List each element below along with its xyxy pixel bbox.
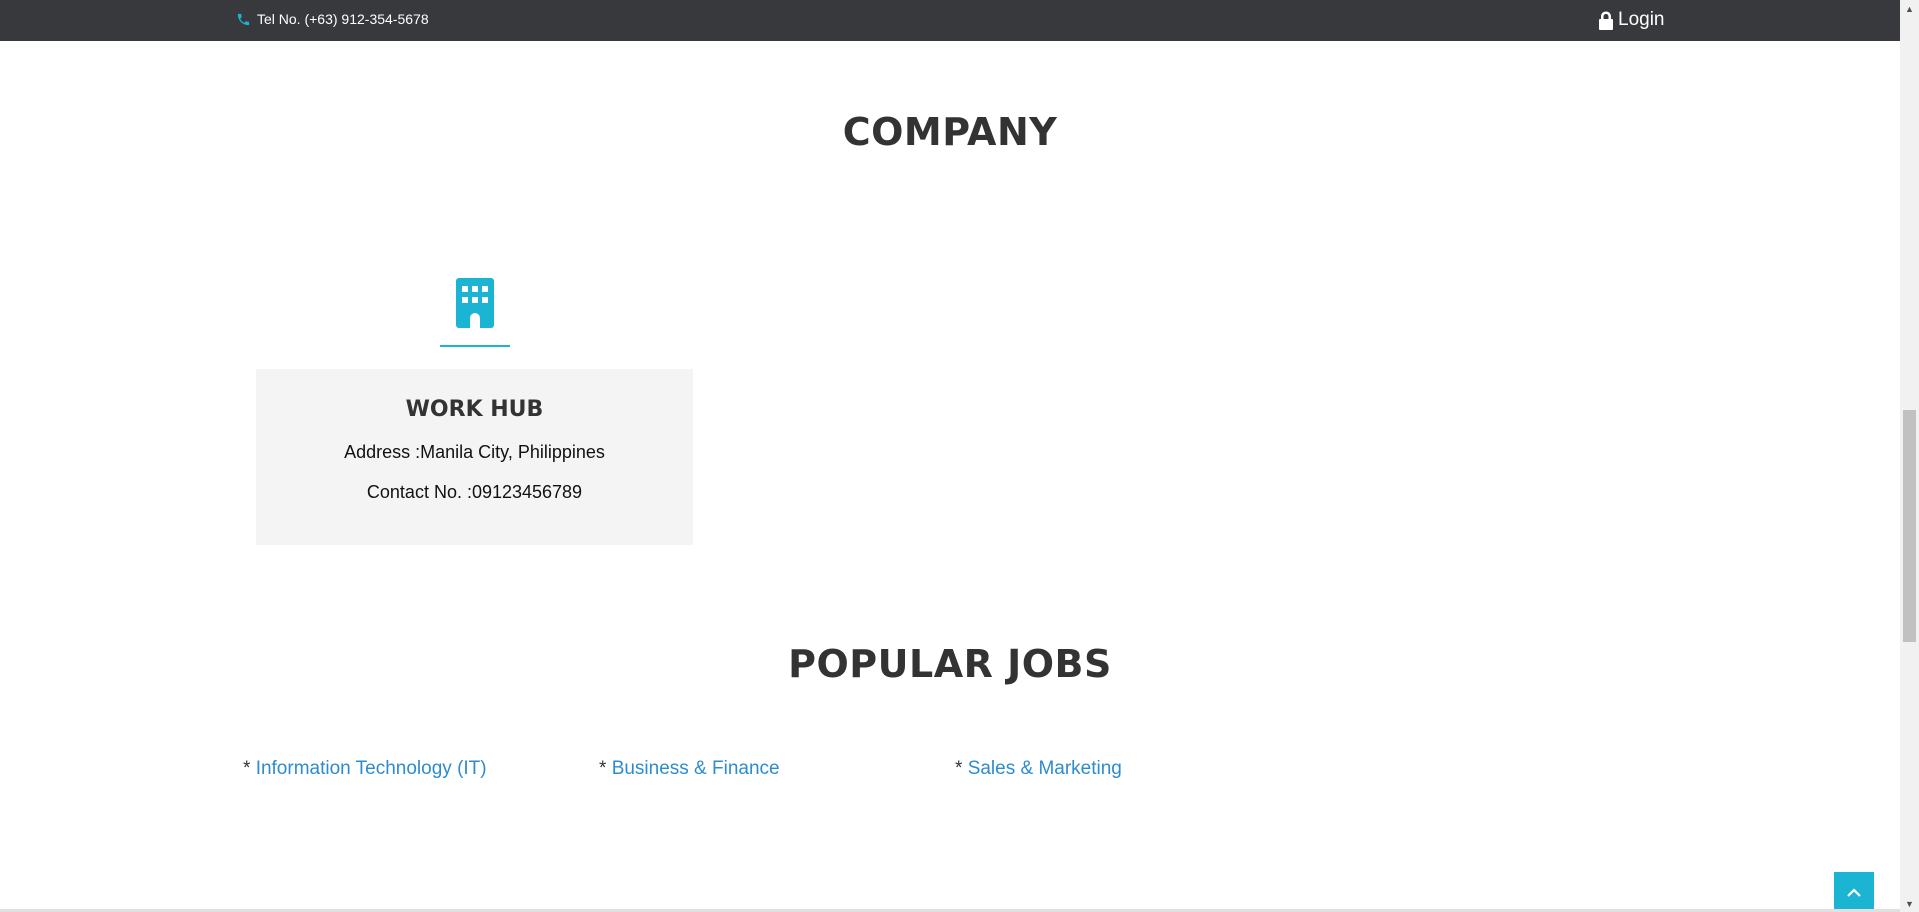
job-link-it[interactable]: Information Technology (IT): [256, 758, 487, 779]
company-section-title: COMPANY: [842, 110, 1058, 154]
job-bullet: *: [243, 758, 256, 779]
back-to-top-button[interactable]: [1834, 872, 1874, 912]
job-link-business-finance[interactable]: Business & Finance: [612, 758, 780, 779]
telephone-text: Tel No. (+63) 912-354-5678: [257, 11, 429, 27]
company-card: WORK HUB Address :Manila City, Philippin…: [256, 369, 693, 545]
phone-icon: [237, 13, 250, 25]
building-icon: [456, 278, 494, 328]
job-bullet: *: [599, 758, 612, 779]
company-contact: Contact No. :09123456789: [366, 482, 583, 502]
scrollbar-thumb[interactable]: [1903, 410, 1916, 642]
company-name: WORK HUB: [405, 397, 544, 422]
icon-underline: [440, 345, 510, 347]
login-link[interactable]: Login: [1598, 9, 1665, 31]
page: Tel No. (+63) 912-354-5678 Login COMPANY…: [0, 0, 1919, 912]
chevron-up-icon: [1847, 888, 1861, 897]
job-link-sales-marketing[interactable]: Sales & Marketing: [968, 758, 1122, 779]
scroll-down-arrow-icon[interactable]: ▼: [1900, 895, 1919, 912]
list-item: * Business & Finance: [599, 758, 780, 780]
top-bar: Tel No. (+63) 912-354-5678 Login: [0, 0, 1900, 41]
scroll-up-arrow-icon[interactable]: ▲: [1900, 0, 1919, 17]
lock-icon: [1599, 11, 1613, 30]
job-bullet: *: [955, 758, 968, 779]
company-address: Address :Manila City, Philippines: [344, 442, 605, 462]
list-item: * Sales & Marketing: [955, 758, 1122, 780]
telephone-info: Tel No. (+63) 912-354-5678: [236, 11, 429, 27]
vertical-scrollbar[interactable]: ▲ ▼: [1900, 0, 1919, 912]
list-item: * Information Technology (IT): [243, 758, 487, 780]
login-label: Login: [1618, 9, 1665, 30]
popular-jobs-title: POPULAR JOBS: [788, 642, 1112, 686]
